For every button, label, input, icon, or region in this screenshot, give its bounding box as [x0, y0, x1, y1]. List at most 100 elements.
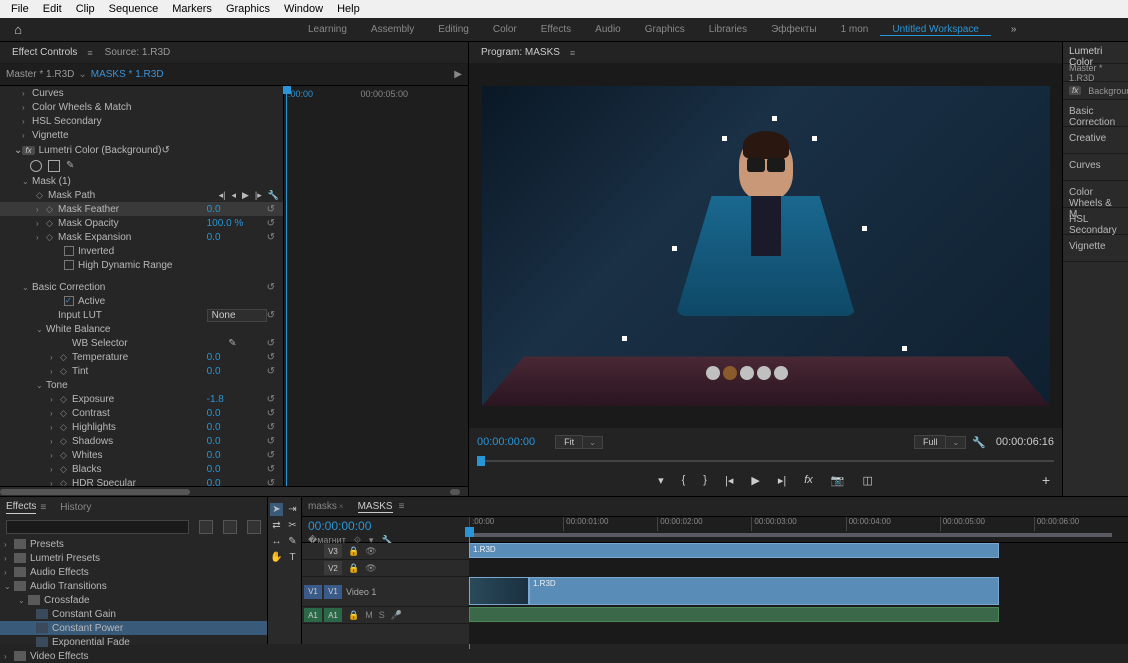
ripple-tool-icon[interactable]: ⇄ — [270, 519, 283, 532]
home-icon[interactable]: ⌂ — [0, 22, 36, 37]
expand-icon[interactable]: › — [50, 367, 60, 376]
shadows-value[interactable]: 0.0 — [207, 436, 267, 447]
lumetri-colorwheels[interactable]: Color Wheels & M — [1063, 181, 1128, 208]
collapse-icon[interactable]: ⌄ — [4, 582, 14, 591]
exponential-fade[interactable]: Exponential Fade — [52, 637, 130, 648]
compare-icon[interactable]: ◫ — [863, 474, 873, 487]
audio-transitions-folder[interactable]: Audio Transitions — [30, 581, 107, 592]
workspace-custom2[interactable]: 1 mon — [829, 24, 881, 36]
effects-search-input[interactable] — [6, 520, 189, 534]
pen-tool-icon[interactable]: ✎ — [286, 535, 299, 548]
exposure-value[interactable]: -1.8 — [207, 394, 267, 405]
menu-markers[interactable]: Markers — [165, 3, 219, 15]
expand-icon[interactable]: › — [36, 233, 46, 242]
reset-icon[interactable]: ↺ — [267, 204, 275, 215]
reset-icon[interactable]: ↺ — [161, 145, 169, 156]
workspace-custom1[interactable]: Эффекты — [759, 24, 828, 36]
reset-icon[interactable]: ↺ — [267, 464, 275, 475]
effect-controls-tab[interactable]: Effect Controls — [6, 47, 83, 58]
mask-1[interactable]: Mask (1) — [32, 176, 279, 187]
add-button-icon[interactable]: + — [1042, 472, 1050, 488]
breadcrumb-clip[interactable]: MASKS * 1.R3D — [91, 69, 164, 80]
expand-icon[interactable]: › — [4, 652, 14, 661]
reset-icon[interactable]: ↺ — [267, 450, 275, 461]
keyframe-icon[interactable]: ◇ — [36, 190, 48, 201]
collapse-icon[interactable]: ⌄ — [22, 177, 32, 186]
chevron-down-icon[interactable]: ⌄ — [946, 436, 966, 449]
temperature-label[interactable]: Temperature — [72, 352, 207, 363]
workspace-editing[interactable]: Editing — [426, 24, 481, 36]
pen-mask-icon[interactable]: ✎ — [66, 160, 78, 172]
fx-badge-icon[interactable]: fx — [1069, 86, 1081, 95]
timeline-timecode[interactable]: 00:00:00:00 — [308, 519, 463, 533]
preset-filter-icon[interactable] — [247, 520, 261, 534]
mask-vertex[interactable] — [902, 346, 907, 351]
keyframe-icon[interactable]: ◇ — [60, 366, 72, 377]
workspace-graphics[interactable]: Graphics — [633, 24, 697, 36]
menu-window[interactable]: Window — [277, 3, 330, 15]
contrast-label[interactable]: Contrast — [72, 408, 207, 419]
mask-vertex[interactable] — [812, 136, 817, 141]
collapse-icon[interactable]: ⌄ — [36, 381, 46, 390]
keyframe-icon[interactable]: ◇ — [60, 422, 72, 433]
effect-scrollbar[interactable] — [0, 486, 468, 496]
expand-icon[interactable]: › — [22, 131, 32, 140]
video-clip-v2[interactable]: 1.R3D — [469, 543, 999, 558]
fx-badge-icon[interactable]: fx — [22, 146, 34, 155]
track-play-icon[interactable]: ▶ — [242, 190, 249, 201]
section-hsl[interactable]: HSL Secondary — [32, 116, 279, 127]
workspace-libraries[interactable]: Libraries — [697, 24, 759, 36]
program-scrubber[interactable] — [477, 454, 1054, 468]
panel-menu-icon[interactable]: ≡ — [399, 501, 405, 512]
hdr-checkbox[interactable] — [64, 260, 74, 270]
ellipse-mask-icon[interactable] — [30, 160, 42, 172]
effect-lumetri[interactable]: Lumetri Color (Background) — [39, 145, 162, 156]
mask-vertex[interactable] — [722, 136, 727, 141]
mute-toggle[interactable]: M — [365, 610, 373, 621]
settings-icon[interactable]: 🔧 — [972, 436, 986, 449]
work-area-bar[interactable] — [469, 533, 1112, 537]
camera-icon[interactable]: 📷 — [831, 474, 845, 487]
track-v3-toggle[interactable]: V3 — [324, 544, 342, 558]
panel-menu-icon[interactable]: ≡ — [87, 48, 92, 58]
track-a1-source[interactable]: A1 — [304, 608, 322, 622]
expand-icon[interactable]: › — [50, 437, 60, 446]
mask-opacity-label[interactable]: Mask Opacity — [58, 218, 207, 229]
keyframe-icon[interactable]: ◇ — [46, 232, 58, 243]
reset-icon[interactable]: ↺ — [267, 338, 275, 349]
preset-filter-icon[interactable] — [199, 520, 213, 534]
highlights-value[interactable]: 0.0 — [207, 422, 267, 433]
whites-value[interactable]: 0.0 — [207, 450, 267, 461]
lock-icon[interactable]: 🔒 — [348, 563, 359, 574]
track-back-icon[interactable]: ◂| — [219, 190, 226, 201]
expand-icon[interactable]: › — [50, 395, 60, 404]
presets-folder[interactable]: Presets — [30, 539, 64, 550]
expand-icon[interactable]: › — [22, 89, 32, 98]
reset-icon[interactable]: ↺ — [267, 422, 275, 433]
lumetri-curves[interactable]: Curves — [1063, 154, 1128, 181]
reset-icon[interactable]: ↺ — [267, 366, 275, 377]
expand-icon[interactable]: › — [50, 409, 60, 418]
selection-tool-icon[interactable]: ➤ — [270, 503, 283, 516]
track-a1-target[interactable]: A1 — [324, 608, 342, 622]
zoom-fit-dropdown[interactable]: Fit — [555, 435, 583, 449]
keyframe-icon[interactable]: ◇ — [60, 352, 72, 363]
menu-help[interactable]: Help — [330, 3, 367, 15]
mask-expansion-label[interactable]: Mask Expansion — [58, 232, 207, 243]
marker-icon[interactable]: ▾ — [658, 474, 664, 487]
reset-icon[interactable]: ↺ — [267, 310, 275, 321]
in-point-icon[interactable]: { — [682, 474, 686, 486]
eyedropper-icon[interactable]: ✎ — [228, 338, 236, 349]
lock-icon[interactable]: 🔒 — [348, 546, 359, 557]
resolution-dropdown[interactable]: Full — [914, 435, 947, 449]
history-tab[interactable]: History — [60, 502, 91, 513]
audio-effects-folder[interactable]: Audio Effects — [30, 567, 89, 578]
reset-icon[interactable]: ↺ — [267, 282, 275, 293]
section-vignette[interactable]: Vignette — [32, 130, 279, 141]
exposure-label[interactable]: Exposure — [72, 394, 207, 405]
expand-icon[interactable]: › — [4, 568, 14, 577]
video-clip[interactable] — [469, 577, 529, 605]
expand-icon[interactable]: › — [4, 540, 14, 549]
breadcrumb-master[interactable]: Master * 1.R3D — [6, 69, 74, 80]
reset-icon[interactable]: ↺ — [267, 478, 275, 487]
